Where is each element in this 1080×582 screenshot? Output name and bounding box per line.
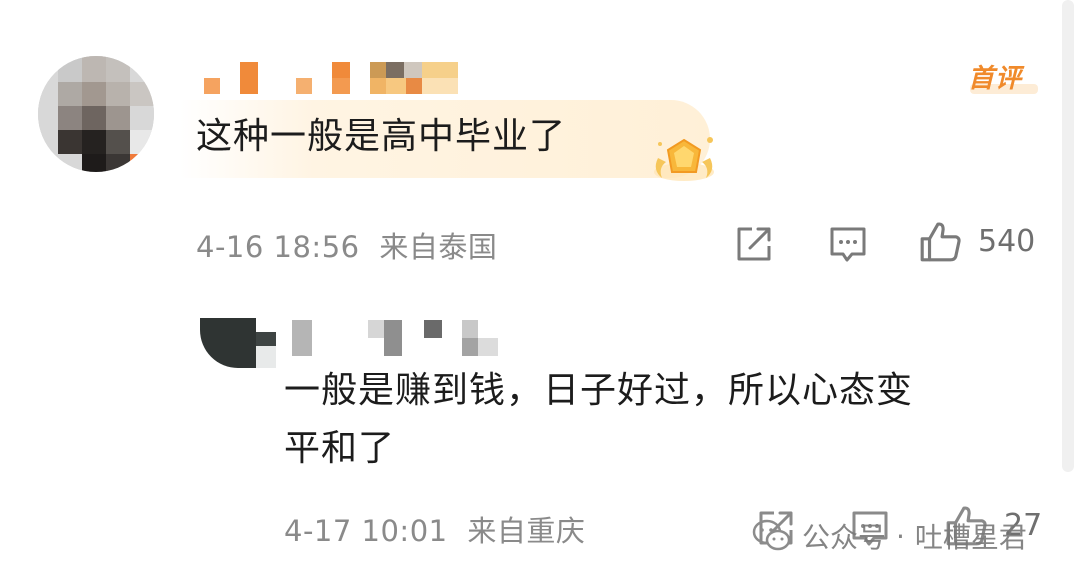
watermark: 公众号 · 吐槽星君 [752, 506, 1027, 566]
thumbs-up-icon[interactable] [918, 220, 962, 264]
reply-location: 来自重庆 [467, 514, 586, 548]
username-redacted[interactable] [200, 60, 490, 96]
avatar[interactable] [38, 56, 154, 172]
watermark-name: 吐槽星君 [914, 521, 1027, 554]
like-count: 540 [978, 224, 1036, 259]
reply-text-line-1: 一般是赚到钱，日子好过，所以心态变 [284, 370, 914, 411]
reply-meta: 4-17 10:01 来自重庆 [284, 508, 585, 550]
reply-date: 4-17 10:01 [284, 514, 448, 548]
first-comment-badge: 首评 [968, 58, 1038, 98]
reply-avatar[interactable] [200, 318, 276, 368]
reply-username-redacted[interactable] [292, 318, 502, 358]
medal-icon [654, 137, 714, 181]
reply-text-line-2: 平和了 [284, 428, 396, 469]
comment-icon[interactable] [828, 224, 868, 264]
comment-text: 这种一般是高中毕业了 [196, 116, 567, 157]
reply-text: 一般是赚到钱，日子好过，所以心态变 平和了 [284, 362, 913, 478]
comment-date: 4-16 18:56 [196, 230, 360, 264]
share-icon[interactable] [734, 224, 774, 264]
comment-meta: 4-16 18:56 来自泰国 [196, 224, 497, 266]
comment-location: 来自泰国 [379, 230, 498, 264]
watermark-channel: 公众号 [802, 521, 887, 554]
watermark-separator: · [896, 519, 905, 553]
scrollbar[interactable] [1062, 0, 1074, 472]
wechat-logo-icon [752, 519, 791, 551]
